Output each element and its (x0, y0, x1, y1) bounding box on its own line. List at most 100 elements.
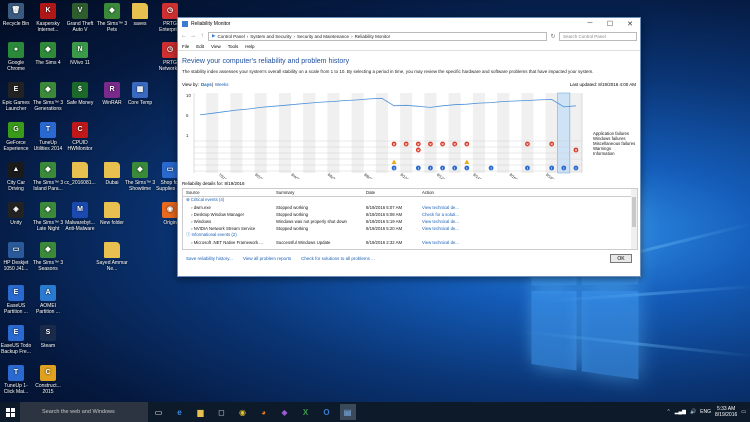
table-row[interactable]: ▫ Desktop Window Manager Stopped working 8… (183, 211, 632, 218)
menu-tools[interactable]: Tools (228, 44, 239, 49)
minimize-button[interactable]: ─ (580, 20, 600, 28)
desktop-icon[interactable]: E EaseUS Todo Backup Fre... (0, 325, 33, 355)
menu-file[interactable]: File (182, 44, 189, 49)
breadcrumb-item[interactable]: System and Security (250, 34, 291, 39)
desktop-icon[interactable]: ▲ City Car Driving (0, 162, 33, 192)
reliability-monitor-taskbar-icon[interactable]: ▤ (340, 404, 356, 420)
maximize-button[interactable]: ☐ (600, 20, 620, 28)
desktop-icon[interactable]: T TuneUp 1-Click Mai... (0, 365, 33, 395)
table-row[interactable]: ▫ Microsoft .NET Native Framework ... Suc… (183, 239, 632, 246)
file-explorer-icon[interactable]: ▆ (193, 404, 209, 420)
desktop-icon-image (104, 162, 120, 178)
view-all-reports-link[interactable]: View all problem reports (243, 256, 291, 261)
desktop-icon[interactable]: saves (123, 3, 157, 27)
column-date[interactable]: Date (363, 189, 419, 197)
start-button[interactable] (0, 402, 20, 422)
desktop-icon[interactable]: cc_2016081... (63, 162, 97, 186)
desktop-icon[interactable]: ◈ Unity (0, 202, 33, 226)
forward-arrow-icon[interactable]: → (190, 33, 196, 39)
title-bar[interactable]: Reliability Monitor ─ ☐ ✕ (178, 18, 640, 30)
table-row[interactable]: ▫ NVIDIA Network Stream Service Stopped w… (183, 225, 632, 232)
view-by-weeks-link[interactable]: Weeks (215, 82, 229, 87)
clock[interactable]: 5:33 AM 8/19/2016 (715, 406, 737, 418)
row-action-link[interactable]: View technical de... (419, 225, 632, 232)
desktop-icon[interactable]: S Steam (31, 325, 65, 349)
taskbar: Search the web and Windows ▭ e ▆ ◻ ◉ ◕ ◆… (0, 402, 750, 422)
stability-chart[interactable]: 10 5 1 ✕ ✕ ✕ ✕ ✕ ✕ ✕ ✕ ✕ ✕ ✕ i i i i i i i i i i i 7/31/2016 8/2/2… (182, 89, 638, 179)
app-failure-marker-glyph: ✕ (465, 143, 468, 147)
volume-icon[interactable]: 🔊 (690, 409, 696, 415)
desktop-icon[interactable]: ● Google Chrome (0, 42, 33, 72)
desktop-icon[interactable]: New folder (95, 202, 129, 226)
desktop-icon-image (104, 242, 120, 258)
close-button[interactable]: ✕ (620, 20, 640, 28)
up-arrow-icon[interactable]: ↑ (199, 33, 205, 39)
visual-studio-icon[interactable]: ◆ (277, 404, 293, 420)
desktop-icon[interactable]: Sayed Ammar Ne... (95, 242, 129, 272)
notifications-icon[interactable]: ▭ (741, 409, 746, 415)
breadcrumb-item[interactable]: Control Panel (217, 34, 244, 39)
firefox-icon[interactable]: ◕ (256, 404, 272, 420)
stability-chart-svg[interactable]: 10 5 1 ✕ ✕ ✕ ✕ ✕ ✕ ✕ ✕ ✕ ✕ ✕ i i i i i i i i i i i 7/31/2016 8/2/2… (182, 89, 592, 179)
scrollbar[interactable] (631, 189, 637, 249)
tray-chevron-icon[interactable]: ⌃ (667, 409, 671, 415)
desktop-icon[interactable]: T TuneUp Utilities 2014 (31, 122, 65, 152)
table-row[interactable]: ▫ Windows Windows was not properly shut d… (183, 218, 632, 225)
breadcrumb-item[interactable]: Security and Maintenance (297, 34, 349, 39)
column-action[interactable]: Action (419, 189, 632, 197)
menu-view[interactable]: View (211, 44, 221, 49)
network-icon[interactable]: ▂▄▆ (675, 409, 686, 415)
save-history-link[interactable]: Save reliability history... (186, 256, 233, 261)
desktop-icon[interactable]: $ Safe Money (63, 82, 97, 106)
page-description: The stability index assesses your system… (182, 69, 636, 74)
view-by-days-link[interactable]: Days (201, 82, 212, 87)
breadcrumb[interactable]: ▶ Control Panel › System and Security › Se… (208, 32, 547, 41)
store-icon[interactable]: ◻ (214, 404, 230, 420)
refresh-icon[interactable]: ↻ (550, 33, 556, 40)
column-source[interactable]: Source (183, 189, 273, 197)
desktop-icon[interactable]: C CPUID HWMonitor (63, 122, 97, 152)
desktop-icon[interactable]: E EaseUS Partition ... (0, 285, 33, 315)
chrome-icon[interactable]: ◉ (235, 404, 251, 420)
column-summary[interactable]: Summary (273, 189, 363, 197)
desktop-icon-label: The Sims 4 (31, 60, 65, 66)
row-action-link[interactable]: View technical de... (419, 218, 632, 225)
back-arrow-icon[interactable]: ← (181, 33, 187, 39)
check-solutions-link[interactable]: Check for solutions to all problems ... (301, 256, 375, 261)
desktop-icon[interactable]: C Construct... 2015 (31, 365, 65, 395)
menu-edit[interactable]: Edit (196, 44, 204, 49)
desktop-icon[interactable]: A AOMEI Partition ... (31, 285, 65, 315)
desktop-icon[interactable]: G GeForce Experience (0, 122, 33, 152)
desktop-icon[interactable]: M Malwarebyt... Anti-Malware (63, 202, 97, 232)
excel-icon[interactable]: X (298, 404, 314, 420)
desktop-icon[interactable]: V Grand Theft Auto V (63, 3, 97, 33)
desktop-icon[interactable]: N NVivo 11 (63, 42, 97, 66)
breadcrumb-item[interactable]: Reliability Monitor (355, 34, 391, 39)
desktop-icon[interactable]: ◆ The Sims™ 3 Generations (31, 82, 65, 112)
task-view-icon[interactable]: ▭ (151, 404, 167, 420)
search-input[interactable]: Search Control Panel (559, 32, 637, 41)
desktop-icon[interactable]: ◆ The Sims™ 3 Late Night (31, 202, 65, 232)
informational-events-group[interactable]: ⓘ Informational events (2) (183, 232, 632, 239)
desktop-icon[interactable]: E Epic Games Launcher (0, 82, 33, 112)
ok-button[interactable]: OK (610, 254, 632, 263)
desktop-icon[interactable]: ▭ HP Deskjet 1050 J41... (0, 242, 33, 272)
row-action-link[interactable]: View technical de... (419, 239, 632, 246)
desktop-icon[interactable]: ◆ The Sims™ 3 Island Para... (31, 162, 65, 192)
desktop-icon[interactable]: ◆ The Sims 4 (31, 42, 65, 66)
language-indicator[interactable]: ENG (700, 409, 711, 415)
desktop-icon[interactable]: 🗑 Recycle Bin (0, 3, 33, 27)
desktop-icon[interactable]: K Kaspersky Internet... (31, 3, 65, 33)
menu-help[interactable]: Help (245, 44, 254, 49)
information-marker-glyph: i (418, 167, 419, 171)
taskbar-search[interactable]: Search the web and Windows (20, 402, 148, 422)
critical-events-group[interactable]: ⊗ Critical events (4) (183, 197, 632, 204)
table-row[interactable]: ▫ dwm.exe Stopped working 8/19/2016 5:07 A… (183, 204, 632, 211)
edge-icon[interactable]: e (172, 404, 188, 420)
outlook-icon[interactable]: O (319, 404, 335, 420)
row-action-link[interactable]: Check for a soluti... (419, 211, 632, 218)
row-action-link[interactable]: View technical de... (419, 204, 632, 211)
desktop-icon[interactable]: ◆ The Sims™ 3 Seasons (31, 242, 65, 272)
desktop-icon[interactable]: ▦ Core Temp (123, 82, 157, 106)
desktop-icon[interactable]: ◆ The Sims™ 3 Showtime (123, 162, 157, 192)
